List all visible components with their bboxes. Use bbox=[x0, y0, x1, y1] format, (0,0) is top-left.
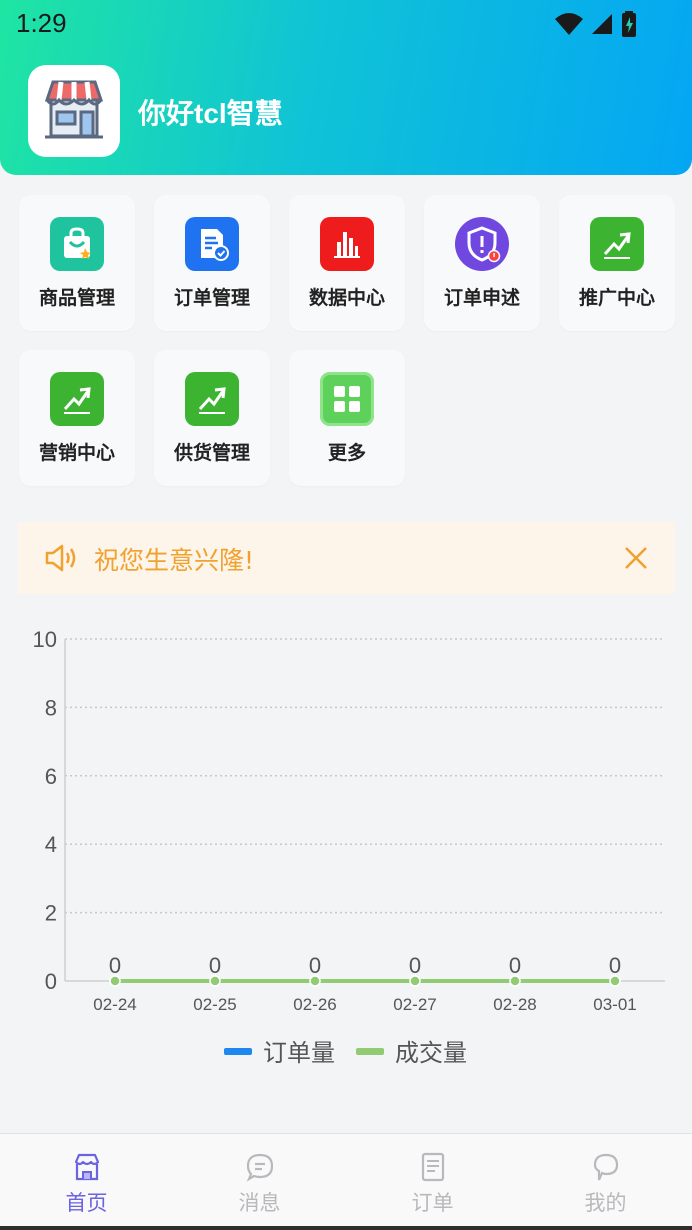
menu-item-product-management[interactable]: 商品管理 bbox=[19, 195, 135, 331]
bar-chart-icon bbox=[320, 217, 374, 271]
store-logo bbox=[28, 65, 120, 157]
status-time: 1:29 bbox=[16, 8, 67, 38]
close-icon[interactable] bbox=[624, 546, 648, 570]
x-tick-label: 03-01 bbox=[593, 995, 636, 1014]
menu-item-order-appeal[interactable]: 订单申述 bbox=[424, 195, 540, 331]
menu-item-data-center[interactable]: 数据中心 bbox=[289, 195, 405, 331]
notice-bar: 祝您生意兴隆! bbox=[18, 522, 675, 594]
profile-icon bbox=[593, 1153, 619, 1181]
system-nav-bar bbox=[0, 1226, 692, 1230]
legend-label: 订单量 bbox=[263, 1039, 335, 1067]
shield-alert-icon bbox=[455, 217, 509, 271]
tab-label: 首页 bbox=[65, 1191, 108, 1215]
legend-swatch bbox=[224, 1048, 252, 1055]
y-tick-label: 2 bbox=[45, 901, 57, 926]
x-tick-label: 02-28 bbox=[493, 995, 536, 1014]
menu-item-supply-management[interactable]: 供货管理 bbox=[154, 350, 270, 486]
trend-up-icon bbox=[185, 372, 239, 426]
tab-label: 消息 bbox=[238, 1191, 281, 1215]
y-tick-label: 10 bbox=[33, 627, 57, 652]
y-tick-label: 0 bbox=[45, 969, 57, 994]
bottom-tab-bar: 首页 消息 订单 我的 bbox=[0, 1133, 692, 1230]
menu-item-label: 数据中心 bbox=[308, 287, 385, 309]
trend-up-icon bbox=[590, 217, 644, 271]
menu-item-label: 商品管理 bbox=[38, 287, 115, 309]
order-document-icon bbox=[185, 217, 239, 271]
tab-label: 订单 bbox=[411, 1191, 454, 1215]
menu-item-more[interactable]: 更多 bbox=[289, 350, 405, 486]
x-tick-label: 02-24 bbox=[93, 995, 136, 1014]
legend-label: 成交量 bbox=[395, 1039, 467, 1067]
data-label: 0 bbox=[209, 953, 221, 978]
status-bar: 1:29 bbox=[0, 0, 692, 50]
menu-item-label: 供货管理 bbox=[173, 442, 250, 464]
home-store-icon bbox=[74, 1153, 100, 1181]
data-label: 0 bbox=[509, 953, 521, 978]
battery-icon bbox=[622, 11, 636, 37]
menu-item-label: 订单申述 bbox=[443, 287, 520, 309]
shopping-bag-icon bbox=[50, 217, 104, 271]
tab-messages[interactable]: 消息 bbox=[173, 1134, 346, 1230]
header-banner: 1:29 你好tcl智慧 bbox=[0, 0, 692, 175]
store-icon bbox=[44, 80, 104, 139]
tab-profile[interactable]: 我的 bbox=[519, 1134, 692, 1230]
tab-label: 我的 bbox=[584, 1191, 627, 1215]
menu-item-marketing-center[interactable]: 营销中心 bbox=[19, 350, 135, 486]
notice-text: 祝您生意兴隆! bbox=[94, 546, 255, 575]
menu-item-label: 营销中心 bbox=[38, 442, 115, 464]
wifi-icon bbox=[555, 13, 583, 35]
menu-item-label: 推广中心 bbox=[578, 287, 655, 309]
menu-item-promotion-center[interactable]: 推广中心 bbox=[559, 195, 675, 331]
grid-icon bbox=[320, 372, 374, 426]
y-tick-label: 4 bbox=[45, 832, 57, 857]
trend-up-icon bbox=[50, 372, 104, 426]
menu-item-label: 订单管理 bbox=[173, 287, 250, 309]
x-tick-label: 02-25 bbox=[193, 995, 236, 1014]
menu-item-order-management[interactable]: 订单管理 bbox=[154, 195, 270, 331]
data-label: 0 bbox=[609, 953, 621, 978]
speaker-icon bbox=[45, 544, 76, 572]
y-tick-label: 6 bbox=[45, 764, 57, 789]
data-label: 0 bbox=[109, 953, 121, 978]
menu-item-label: 更多 bbox=[327, 442, 366, 464]
data-label: 0 bbox=[409, 953, 421, 978]
status-icons bbox=[554, 10, 642, 38]
y-tick-label: 8 bbox=[45, 695, 57, 720]
message-icon bbox=[246, 1153, 274, 1182]
x-tick-label: 02-27 bbox=[393, 995, 436, 1014]
tab-home[interactable]: 首页 bbox=[0, 1134, 173, 1230]
order-icon bbox=[421, 1152, 445, 1182]
greeting-text: 你好tcl智慧 bbox=[138, 98, 283, 129]
legend-swatch bbox=[356, 1048, 384, 1055]
data-label: 0 bbox=[309, 953, 321, 978]
signal-icon bbox=[592, 14, 612, 34]
x-tick-label: 02-26 bbox=[293, 995, 336, 1014]
orders-line-chart: 0 2 4 6 8 10 02-24 02-25 02-26 02-27 02-28 03-01 0 0 0… bbox=[33, 627, 665, 1067]
tab-orders[interactable]: 订单 bbox=[346, 1134, 519, 1230]
